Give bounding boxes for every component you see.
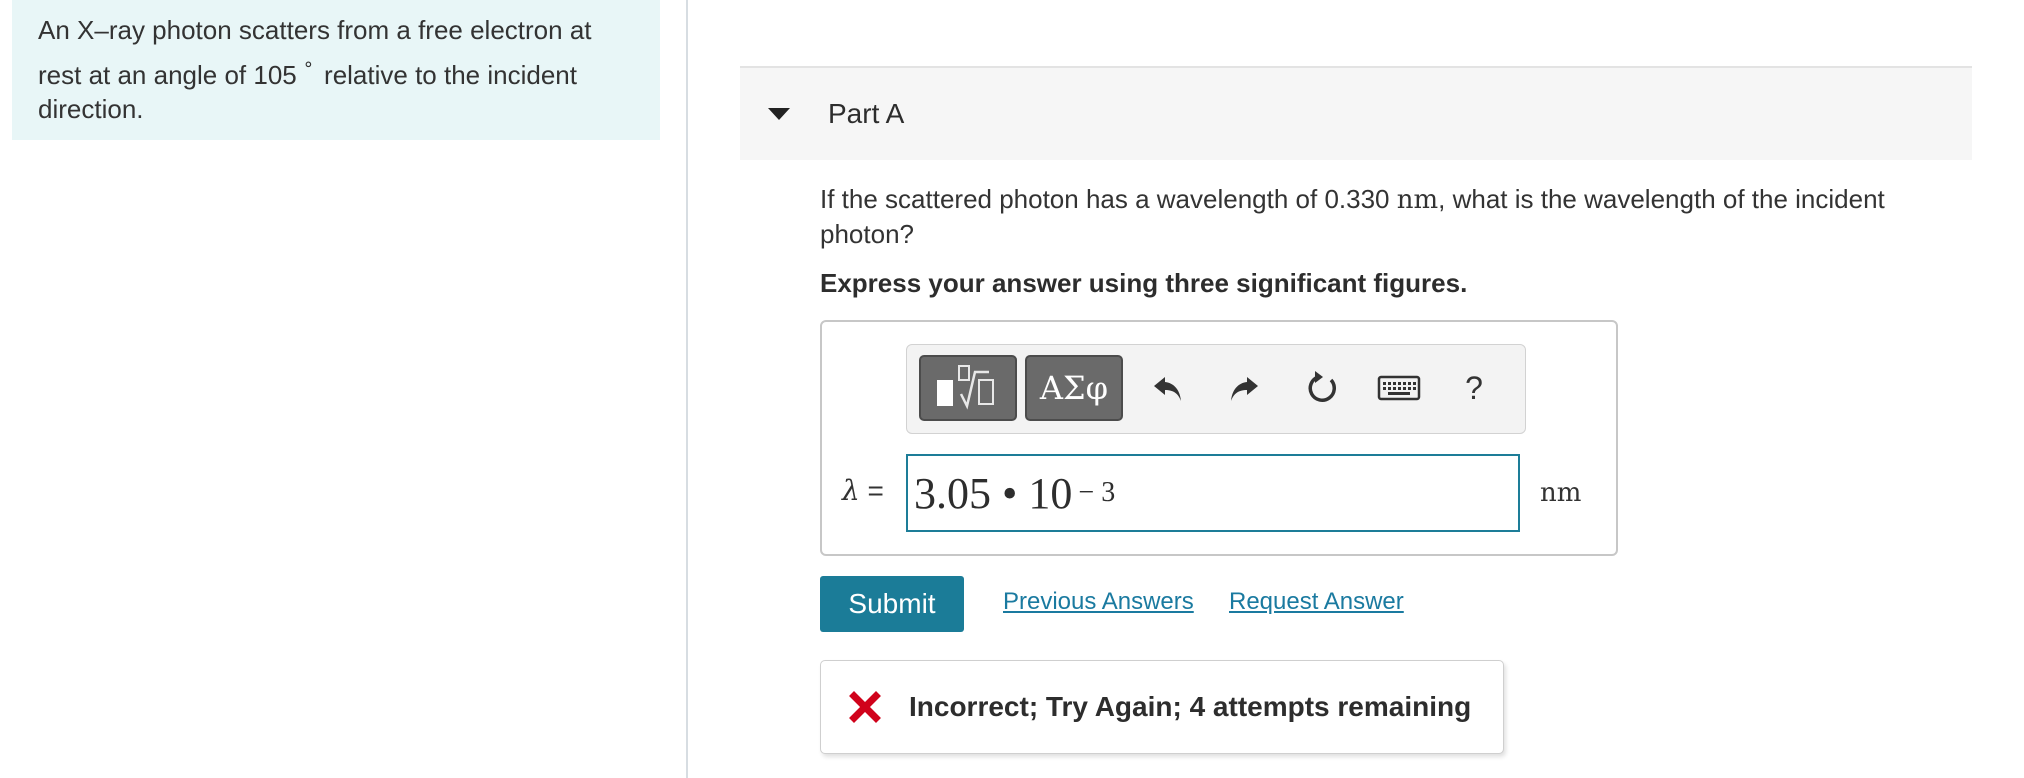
instruction-text: Express your answer using three signific… <box>820 268 1468 298</box>
part-title: Part A <box>828 98 905 129</box>
keyboard-button[interactable] <box>1369 363 1429 413</box>
answer-exponent: − 3 <box>1078 477 1116 508</box>
degree-symbol: ∘ <box>302 54 315 74</box>
redo-icon <box>1231 377 1258 401</box>
answer-unit: nm <box>1540 478 1582 508</box>
request-answer-link[interactable]: Request Answer <box>1229 588 1404 616</box>
keyboard-icon <box>1377 375 1421 401</box>
page: An X–ray photon scatters from a free ele… <box>0 0 2024 778</box>
feedback-text: Incorrect; Try Again; 4 attempts remaini… <box>909 691 1472 722</box>
sqrt-templates-icon <box>937 365 994 410</box>
previous-answers-link[interactable]: Previous Answers <box>1003 588 1194 616</box>
part-header[interactable]: Part A <box>740 68 1972 160</box>
collapse-caret-icon[interactable] <box>768 108 790 120</box>
redo-button[interactable] <box>1219 363 1269 413</box>
question-part1: If the scattered photon has a wavelength… <box>820 184 1390 214</box>
math-toolbar: ΑΣφ ? <box>906 344 1526 434</box>
greek-symbols-button[interactable]: ΑΣφ <box>1025 355 1123 421</box>
answer-mantissa: 3.05 • 10 <box>914 468 1073 518</box>
question-text: If the scattered photon has a wavelength… <box>820 182 1970 251</box>
column-divider <box>686 0 688 778</box>
undo-button[interactable] <box>1143 363 1193 413</box>
undo-icon <box>1154 377 1181 401</box>
reset-button[interactable] <box>1297 363 1347 413</box>
equals-sign: = <box>867 475 884 506</box>
submit-button[interactable]: Submit <box>820 576 964 632</box>
question-unit: nm <box>1396 185 1439 215</box>
lambda-symbol: λ <box>842 474 860 507</box>
answer-variable-label: λ = <box>842 474 884 507</box>
reset-icon <box>1308 371 1336 402</box>
problem-intro: An X–ray photon scatters from a free ele… <box>12 0 660 140</box>
answer-box: ΑΣφ ? λ = 3.05 • 10 − 3 nm <box>820 320 1618 556</box>
answer-input[interactable]: 3.05 • 10− 3 <box>906 454 1520 532</box>
help-button[interactable]: ? <box>1449 363 1499 413</box>
templates-button[interactable] <box>919 355 1017 421</box>
feedback-box: Incorrect; Try Again; 4 attempts remaini… <box>820 660 1504 754</box>
x-icon <box>849 691 881 723</box>
